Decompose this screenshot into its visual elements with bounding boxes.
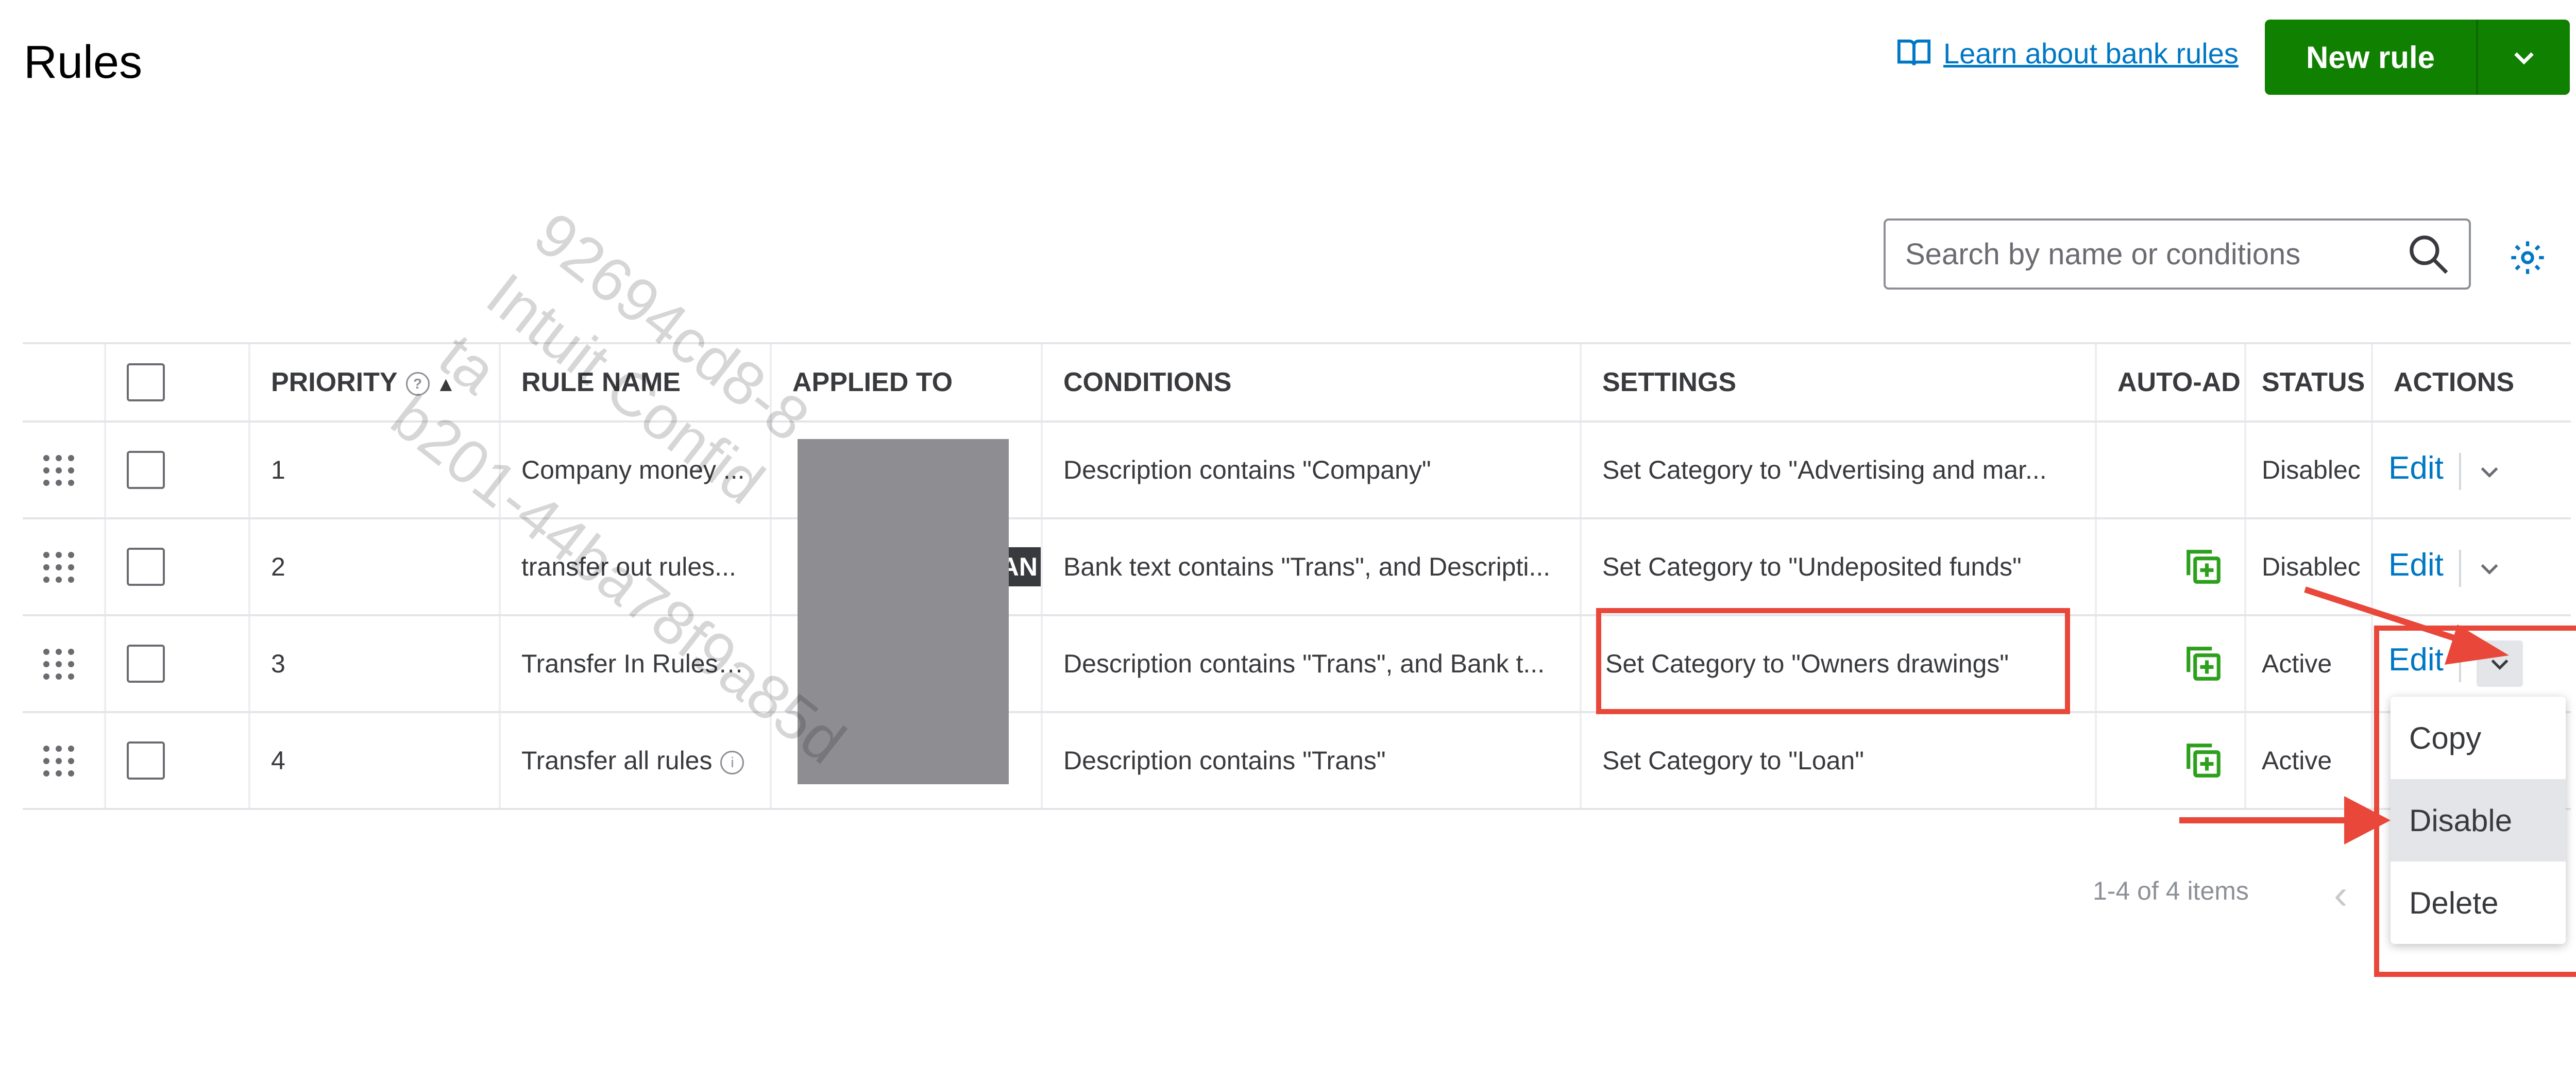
drag-handle-icon[interactable] (43, 649, 74, 680)
learn-bank-rules-link[interactable]: Learn about bank rules (1896, 35, 2239, 71)
chevron-down-icon (2514, 52, 2534, 65)
chevron-down-icon[interactable] (2477, 459, 2502, 484)
conditions-cell: Bank text contains "Trans", and Descript… (1041, 518, 1581, 616)
drag-handle[interactable] (23, 712, 105, 810)
edit-button[interactable]: Edit (2388, 450, 2444, 486)
pagination-status: 1-4 of 4 items (2093, 876, 2249, 905)
table-row[interactable]: 1 Company money ... Description contains… (23, 421, 2571, 519)
priority-cell: 1 (248, 421, 500, 519)
auto-add-icon (2187, 647, 2221, 681)
learn-link-label[interactable]: Learn about bank rules (1943, 37, 2239, 70)
table-row[interactable]: 4 Transfer all rules i Description contai… (23, 712, 2571, 810)
new-rule-button[interactable]: New rule (2265, 20, 2478, 95)
conditions-cell: Description contains "Company" (1041, 421, 1581, 519)
status-cell: Disablec (2244, 421, 2372, 519)
book-open-icon (1897, 39, 1931, 65)
new-rule-dropdown-button[interactable] (2478, 20, 2570, 95)
header-select-all[interactable] (104, 342, 249, 423)
drag-handle-icon[interactable] (43, 552, 74, 583)
table-row[interactable]: 3 Transfer In Rules i Description contain… (23, 615, 2571, 713)
highlight-settings-box (1596, 608, 2070, 714)
header-rule-name[interactable]: RULE NAME (499, 342, 771, 423)
info-icon[interactable]: i (720, 750, 744, 774)
drag-handle-icon[interactable] (43, 455, 74, 486)
highlight-menu-box (2374, 626, 2576, 977)
auto-add-cell (2095, 712, 2245, 810)
priority-cell: 3 (248, 615, 500, 713)
auto-add-cell (2095, 615, 2245, 713)
header-applied-to[interactable]: APPLIED TO (770, 342, 1042, 423)
row-checkbox[interactable] (127, 548, 165, 586)
auto-add-icon (2187, 744, 2221, 778)
priority-cell: 2 (248, 518, 500, 616)
chevron-down-icon[interactable] (2477, 555, 2502, 581)
drag-handle-icon[interactable] (43, 746, 74, 777)
auto-add-cell (2095, 518, 2245, 616)
auto-add-icon (2187, 550, 2221, 584)
rule-name-cell: Transfer all rules i (499, 712, 771, 810)
status-cell: Disablec (2244, 518, 2372, 616)
actions-cell: Edit (2371, 421, 2571, 519)
redacted-region (798, 439, 1009, 784)
header-drag-col (23, 342, 105, 423)
actions-cell: Edit (2371, 518, 2571, 616)
drag-handle[interactable] (23, 615, 105, 713)
table-row[interactable]: 2 transfer out rules... AN Bank text con… (23, 518, 2571, 616)
row-checkbox[interactable] (127, 741, 165, 780)
status-cell: Active (2244, 615, 2372, 713)
header-priority[interactable]: PRIORITY? ▲ (248, 342, 500, 423)
rule-name-cell: Transfer In Rules i (499, 615, 771, 713)
header-settings[interactable]: SETTINGS (1580, 342, 2096, 423)
search-input[interactable] (1904, 236, 2406, 272)
settings-cell: Set Category to "Undeposited funds" (1580, 518, 2096, 616)
row-checkbox[interactable] (127, 645, 165, 683)
header-conditions[interactable]: CONDITIONS (1041, 342, 1581, 423)
edit-button[interactable]: Edit (2388, 547, 2444, 583)
new-rule-split-button[interactable]: New rule (2265, 20, 2570, 95)
drag-handle[interactable] (23, 518, 105, 616)
rules-table: PRIORITY? ▲ RULE NAME APPLIED TO CONDITIO… (23, 342, 2571, 810)
rule-name-cell: transfer out rules... (499, 518, 771, 616)
priority-cell: 4 (248, 712, 500, 810)
select-all-checkbox[interactable] (127, 363, 165, 401)
header-status[interactable]: STATUS (2244, 342, 2372, 423)
auto-add-cell (2095, 421, 2245, 519)
settings-cell: Set Category to "Loan" (1580, 712, 2096, 810)
settings-cell: Set Category to "Advertising and mar... (1580, 421, 2096, 519)
prev-page-button[interactable]: ‹ (2334, 871, 2348, 918)
header-actions: ACTIONS (2371, 342, 2571, 423)
search-box[interactable] (1884, 218, 2471, 290)
drag-handle[interactable] (23, 421, 105, 519)
conditions-cell: Description contains "Trans", and Bank t… (1041, 615, 1581, 713)
search-icon[interactable] (2406, 232, 2450, 276)
page-title: Rules (24, 37, 143, 88)
header-auto-add[interactable]: AUTO-AD (2095, 342, 2245, 423)
gear-icon[interactable] (2508, 238, 2547, 277)
rule-name-cell: Company money ... (499, 421, 771, 519)
sort-asc-icon[interactable]: ▲ (436, 373, 456, 396)
info-icon[interactable]: ? (405, 372, 430, 396)
row-checkbox[interactable] (127, 451, 165, 489)
conditions-cell: Description contains "Trans" (1041, 712, 1581, 810)
table-header-row: PRIORITY? ▲ RULE NAME APPLIED TO CONDITIO… (23, 342, 2571, 423)
status-cell: Active (2244, 712, 2372, 810)
